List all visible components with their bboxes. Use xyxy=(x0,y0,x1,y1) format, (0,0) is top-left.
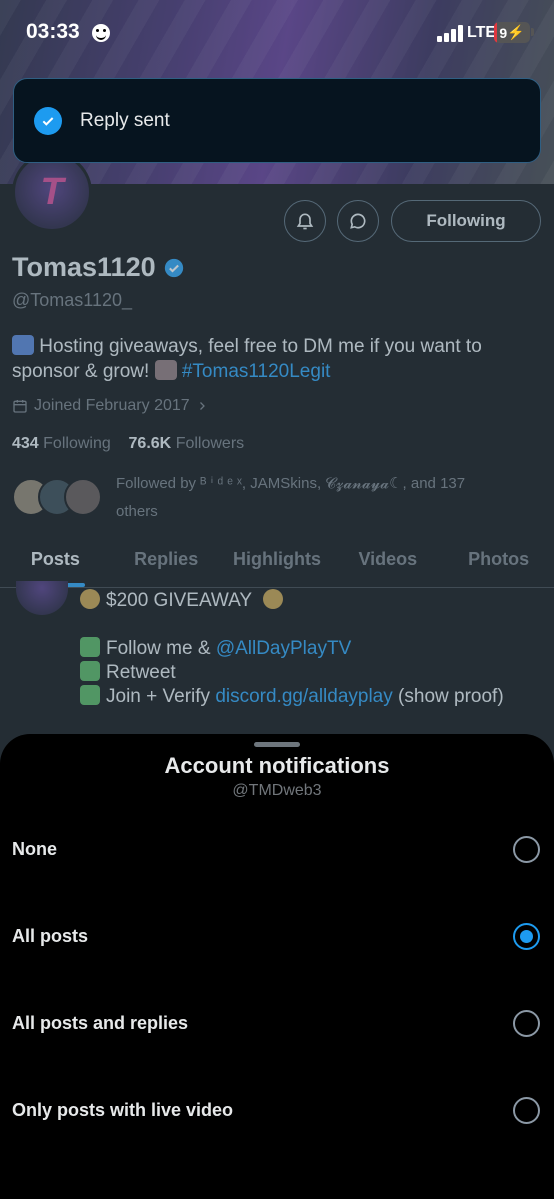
network-type: LTE xyxy=(467,24,497,41)
check-circle-icon xyxy=(34,106,62,135)
option-all-posts-and-replies[interactable]: All posts and replies xyxy=(0,980,554,1067)
smiley-face-icon xyxy=(92,24,110,42)
option-label: None xyxy=(12,839,57,859)
sheet-grabber[interactable] xyxy=(254,742,300,747)
status-bar: 03:33 LTE 9 ⚡ xyxy=(0,0,554,66)
battery-icon: 9 ⚡ xyxy=(494,22,530,43)
status-time: 03:33 xyxy=(26,20,80,43)
option-label: All posts xyxy=(12,926,89,946)
charging-bolt-icon: ⚡ xyxy=(507,24,525,40)
radio-button[interactable] xyxy=(513,923,540,950)
option-label: All posts and replies xyxy=(12,1013,189,1033)
sheet-title: Account notifications xyxy=(164,753,390,778)
option-label: Only posts with live video xyxy=(12,1100,234,1120)
account-notifications-sheet: Account notifications @TMDweb3 None All … xyxy=(0,734,554,1199)
radio-button[interactable] xyxy=(513,1010,540,1037)
radio-button[interactable] xyxy=(513,836,540,863)
sheet-subtitle: @TMDweb3 xyxy=(232,782,322,799)
toast-message: Reply sent xyxy=(80,109,170,131)
battery-fill xyxy=(494,22,498,43)
option-live-video[interactable]: Only posts with live video xyxy=(0,1067,554,1154)
battery-cap xyxy=(531,28,534,36)
option-all-posts[interactable]: All posts xyxy=(0,893,554,980)
battery-level: 9 xyxy=(499,24,508,41)
cellular-signal-icon xyxy=(437,24,463,42)
reply-sent-toast[interactable]: Reply sent xyxy=(13,78,541,163)
option-none[interactable]: None xyxy=(0,806,554,893)
radio-button[interactable] xyxy=(513,1097,540,1124)
